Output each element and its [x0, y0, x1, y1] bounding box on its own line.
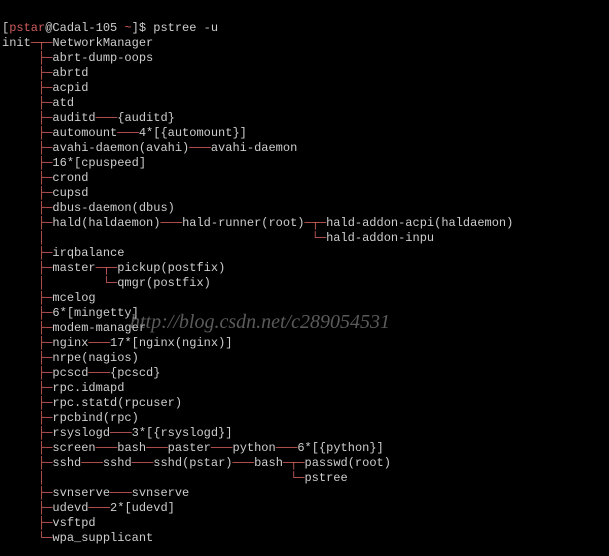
tree-line: ├─6*[mingetty] — [2, 306, 607, 321]
tree-line: ├─rpc.statd(rpcuser) — [2, 396, 607, 411]
terminal: [pstar@Cadal-105 ~]$ pstree -u init─┬─Ne… — [0, 0, 609, 556]
tree-line: ├─sshd───sshd───sshd(pstar)───bash─┬─pas… — [2, 456, 607, 471]
tree-line: ├─crond — [2, 171, 607, 186]
tree-line: │ └─qmgr(postfix) — [2, 276, 607, 291]
tree-line: ├─acpid — [2, 81, 607, 96]
tree-line: ├─mcelog — [2, 291, 607, 306]
tree-line: ├─udevd───2*[udevd] — [2, 501, 607, 516]
tree-line: ├─cupsd — [2, 186, 607, 201]
tree-line: ├─abrt-dump-oops — [2, 51, 607, 66]
tree-line: ├─nginx───17*[nginx(nginx)] — [2, 336, 607, 351]
prompt[interactable]: [pstar@Cadal-105 ~]$ pstree -u — [2, 21, 218, 35]
tree-line: ├─rpcbind(rpc) — [2, 411, 607, 426]
tree-line: ├─pcscd───{pcscd} — [2, 366, 607, 381]
tree-line: ├─nrpe(nagios) — [2, 351, 607, 366]
tree-line: ├─avahi-daemon(avahi)───avahi-daemon — [2, 141, 607, 156]
tree-line: ├─atd — [2, 96, 607, 111]
tree-line: ├─dbus-daemon(dbus) — [2, 201, 607, 216]
prompt-path: ~ — [124, 21, 131, 35]
tree-line: ├─master─┬─pickup(postfix) — [2, 261, 607, 276]
prompt-command: pstree -u — [153, 21, 218, 35]
tree-line: │ └─hald-addon-inpu — [2, 231, 607, 246]
tree-line: ├─screen───bash───paster───python───6*[{… — [2, 441, 607, 456]
tree-line: ├─modem-manager — [2, 321, 607, 336]
tree-line: ├─rsyslogd───3*[{rsyslogd}] — [2, 426, 607, 441]
prompt-user: pstar — [9, 21, 45, 35]
tree-line: ├─rpc.idmapd — [2, 381, 607, 396]
tree-line: ├─abrtd — [2, 66, 607, 81]
prompt-host: Cadal-105 — [52, 21, 117, 35]
tree-line: ├─auditd───{auditd} — [2, 111, 607, 126]
tree-line: ├─automount───4*[{automount}] — [2, 126, 607, 141]
tree-line: ├─vsftpd — [2, 516, 607, 531]
tree-line: init─┬─NetworkManager — [2, 36, 607, 51]
tree-line: ├─irqbalance — [2, 246, 607, 261]
tree-line: └─wpa_supplicant — [2, 531, 607, 546]
tree-line: ├─svnserve───svnserve — [2, 486, 607, 501]
tree-line: │ └─pstree — [2, 471, 607, 486]
tree-line: ├─hald(haldaemon)───hald-runner(root)─┬─… — [2, 216, 607, 231]
prompt-symbol: $ — [139, 21, 146, 35]
tree-line: ├─16*[cpuspeed] — [2, 156, 607, 171]
pstree-output: init─┬─NetworkManager ├─abrt-dump-oops ├… — [2, 36, 607, 546]
